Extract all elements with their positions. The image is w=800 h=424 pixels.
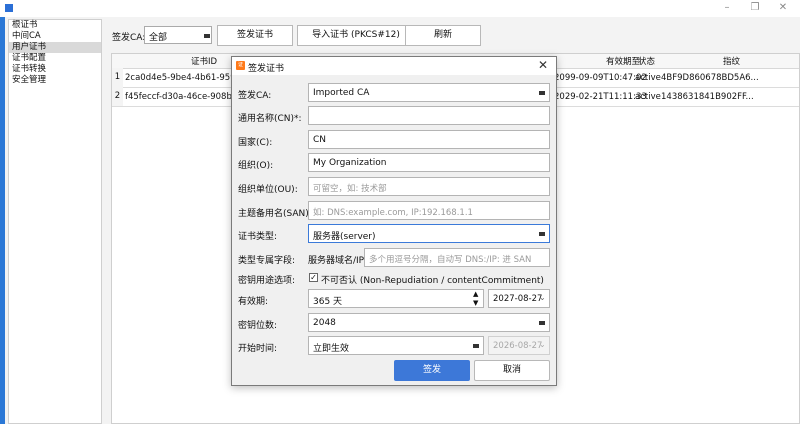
- dropdown-indicator-icon: [473, 344, 479, 348]
- dropdown-indicator-icon: [204, 34, 210, 38]
- cell-expiry: 2029-02-21T11:11:33: [554, 92, 647, 102]
- issuer-filter-select[interactable]: 全部: [144, 26, 212, 44]
- non-repudiation-checkbox[interactable]: ✓: [309, 273, 318, 282]
- issuer-filter-value: 全部: [149, 33, 168, 43]
- dropdown-indicator-icon: [539, 232, 545, 236]
- sidebar-item-intermediate-ca[interactable]: 中间CA: [9, 31, 101, 42]
- maximize-icon[interactable]: ❐: [741, 0, 769, 17]
- close-icon[interactable]: ✕: [538, 58, 548, 72]
- start-time-label: 开始时间:: [238, 344, 278, 354]
- col-header-cert-id[interactable]: 证书ID: [191, 55, 217, 67]
- cn-label: 通用名称(CN)*:: [238, 114, 302, 124]
- col-header-expiry[interactable]: 有效期至: [606, 55, 640, 67]
- key-bits-label: 密钥位数:: [238, 321, 278, 331]
- server-domain-ip-placeholder: 多个用逗号分隔，自动写 DNS:/IP: 进 SAN: [369, 255, 532, 265]
- row-number: 1: [112, 68, 123, 87]
- issuer-ca-select[interactable]: Imported CA: [308, 83, 550, 102]
- org-input[interactable]: My Organization: [308, 153, 550, 172]
- start-date-picker: 2026-08-27 ⌄: [488, 336, 550, 355]
- sidebar-nav: 根证书 中间CA 用户证书 证书配置 证书转换 安全管理: [8, 19, 102, 424]
- sidebar-item-user-cert[interactable]: 用户证书: [9, 42, 101, 53]
- cell-cert-id: f45feccf-d30a-46ce-908b-9dc: [125, 92, 232, 102]
- validity-date-picker[interactable]: 2027-08-27 ⌄: [488, 289, 550, 308]
- dropdown-indicator-icon: [539, 321, 545, 325]
- key-bits-value: 2048: [313, 318, 336, 328]
- validity-spinbox[interactable]: 365 天 ▲ ▼: [308, 289, 484, 308]
- refresh-button[interactable]: 刷新: [405, 25, 481, 46]
- issue-cert-button[interactable]: 签发证书: [217, 25, 293, 46]
- start-time-value: 立即生效: [313, 344, 350, 354]
- type-field-label: 类型专属字段:: [238, 256, 296, 266]
- country-value: CN: [313, 135, 327, 145]
- col-header-status[interactable]: 状态: [638, 55, 655, 67]
- cell-fingerprint: 1438631841B902FF...: [661, 92, 754, 102]
- cn-input[interactable]: [308, 106, 550, 125]
- issuer-ca-label: 签发CA:: [238, 91, 272, 101]
- start-time-select[interactable]: 立即生效: [308, 336, 484, 355]
- app-icon: [5, 4, 13, 12]
- san-label: 主题备用名(SAN):: [238, 209, 312, 219]
- validity-value: 365 天: [313, 297, 343, 307]
- org-label: 组织(O):: [238, 161, 274, 171]
- org-value: My Organization: [313, 158, 387, 168]
- san-placeholder: 如: DNS:example.com, IP:192.168.1.1: [313, 208, 473, 218]
- window-close-icon[interactable]: ✕: [769, 0, 797, 17]
- sidebar-item-root-cert[interactable]: 根证书: [9, 20, 101, 31]
- col-header-fingerprint[interactable]: 指纹: [723, 55, 740, 67]
- ou-placeholder: 可留空，如: 技术部: [313, 184, 387, 194]
- sidebar-item-cert-convert[interactable]: 证书转换: [9, 64, 101, 75]
- sidebar-item-cert-config[interactable]: 证书配置: [9, 53, 101, 64]
- ou-input[interactable]: 可留空，如: 技术部: [308, 177, 550, 196]
- spin-down-icon[interactable]: ▼: [473, 299, 478, 307]
- cert-type-select[interactable]: 服务器(server): [308, 224, 550, 243]
- country-label: 国家(C):: [238, 138, 273, 148]
- key-usage-label: 密钥用途选项:: [238, 276, 296, 286]
- start-date-value: 2026-08-27: [493, 341, 543, 351]
- dialog-title-bar: 证 签发证书 ✕: [232, 57, 556, 75]
- type-field-sublabel: 服务器域名/IP: [308, 256, 365, 266]
- chevron-down-icon: ⌄: [539, 340, 546, 349]
- cancel-button[interactable]: 取消: [474, 360, 550, 381]
- issue-cert-dialog: 证 签发证书 ✕ 签发CA: Imported CA 通用名称(CN)*: 国家…: [231, 56, 557, 386]
- cert-type-label: 证书类型:: [238, 232, 278, 242]
- dropdown-indicator-icon: [539, 91, 545, 95]
- issuer-ca-value: Imported CA: [313, 88, 370, 98]
- row-number: 2: [112, 87, 123, 106]
- validity-date-value: 2027-08-27: [493, 294, 543, 304]
- cell-expiry: 2099-09-09T10:47:02: [554, 73, 647, 83]
- issuer-filter-label: 签发CA:: [112, 33, 146, 43]
- left-accent-strip: [0, 17, 5, 424]
- cell-status: active: [635, 92, 661, 102]
- country-input[interactable]: CN: [308, 130, 550, 149]
- dialog-title: 签发证书: [248, 64, 285, 74]
- ou-label: 组织单位(OU):: [238, 185, 298, 195]
- sidebar-item-security[interactable]: 安全管理: [9, 75, 101, 86]
- import-pkcs12-button[interactable]: 导入证书 (PKCS#12): [297, 25, 415, 46]
- server-domain-ip-input[interactable]: 多个用逗号分隔，自动写 DNS:/IP: 进 SAN: [364, 248, 550, 267]
- cell-status: active: [635, 73, 661, 83]
- issue-button[interactable]: 签发: [394, 360, 470, 381]
- non-repudiation-label: 不可否认 (Non-Repudiation / contentCommitmen…: [321, 276, 544, 286]
- cert-type-value: 服务器(server): [313, 232, 376, 242]
- minimize-icon[interactable]: –: [713, 0, 741, 17]
- chevron-down-icon: ⌄: [539, 293, 546, 302]
- window-title-bar: – ❐ ✕: [0, 0, 800, 17]
- validity-label: 有效期:: [238, 297, 269, 307]
- key-bits-select[interactable]: 2048: [308, 313, 550, 332]
- dialog-app-icon: 证: [236, 61, 245, 70]
- san-input[interactable]: 如: DNS:example.com, IP:192.168.1.1: [308, 201, 550, 220]
- cell-fingerprint: 4BF9D860678BD5A6...: [661, 73, 759, 83]
- spin-up-icon[interactable]: ▲: [473, 290, 478, 298]
- cell-cert-id: 2ca0d4e5-9be4-4b61-959c-37: [125, 73, 232, 83]
